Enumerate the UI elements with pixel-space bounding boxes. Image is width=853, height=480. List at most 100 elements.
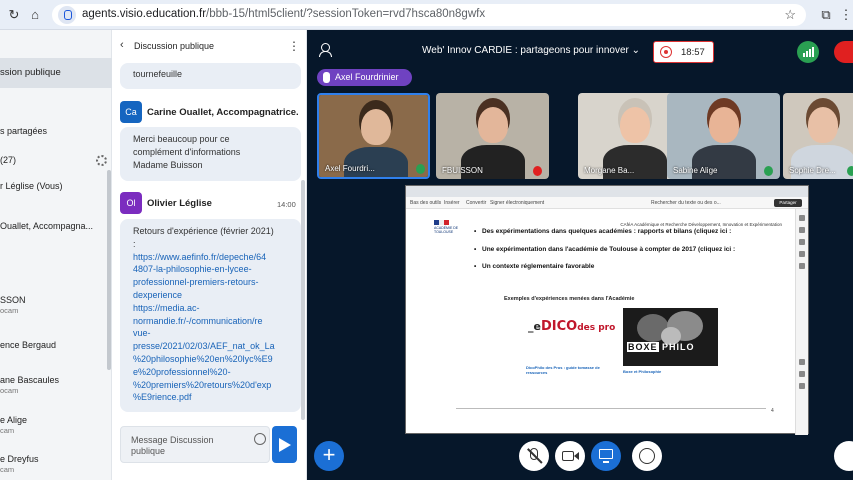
- bookmark-star-icon[interactable]: ☆: [784, 7, 796, 23]
- chat-link[interactable]: vue-: [133, 327, 288, 340]
- user-item[interactable]: r Léglise (Vous): [0, 181, 112, 191]
- user-item[interactable]: Ouallet, Accompagna...: [0, 221, 112, 231]
- chat-message-line: Retours d'expérience (février 2021): [133, 226, 274, 236]
- user-item[interactable]: ane Bascaules: [0, 375, 112, 385]
- participant-head: [360, 109, 391, 145]
- chat-link[interactable]: e%20professionnel%20-: [133, 366, 288, 379]
- pdf-toolbar-item: Insérer: [444, 200, 460, 206]
- participant-head: [477, 107, 508, 143]
- camera-button[interactable]: [555, 441, 585, 471]
- slide-header: CAféA Académique et Recherche Développem…: [620, 222, 782, 227]
- chat-link[interactable]: %20premiers%20retours%20d'exp: [133, 379, 288, 392]
- avatar: Ca: [120, 101, 142, 123]
- raise-hand-button[interactable]: [834, 441, 853, 471]
- chat-link[interactable]: dexperience: [133, 289, 288, 302]
- record-icon: [660, 46, 672, 58]
- send-button[interactable]: [272, 426, 297, 463]
- pdf-tabbar: [406, 186, 808, 197]
- reload-icon[interactable]: ↻: [6, 7, 22, 23]
- chat-message-bubble: Merci beaucoup pour ce complément d'info…: [120, 127, 301, 181]
- slide: ACADÉMIE DE TOULOUSE CAféA Académique et…: [426, 216, 788, 421]
- participant-name: Sophie Dre...: [789, 166, 836, 175]
- message-sender: Olivier Léglise: [147, 198, 212, 209]
- chat-link[interactable]: %20philosophie%20en%20lyc%E9: [133, 353, 288, 366]
- chat-link[interactable]: https://media.ac-: [133, 302, 288, 315]
- userlist-scrollbar[interactable]: [107, 170, 111, 370]
- microphone-icon: [533, 166, 542, 176]
- chat-message-line: :: [133, 238, 136, 249]
- message-time: 14:00: [277, 200, 296, 209]
- pdf-share-button: Partager: [774, 199, 802, 207]
- video-tile[interactable]: FBUISSON: [436, 93, 549, 179]
- site-info-icon[interactable]: [58, 6, 76, 24]
- chat-message-line: Merci beaucoup pour ce: [133, 134, 230, 144]
- reactions-button[interactable]: [632, 441, 662, 471]
- boxe-philo-image: BOXE PHILO: [623, 308, 718, 366]
- video-tile[interactable]: Sabine Alige: [667, 93, 780, 179]
- microphone-icon: [764, 166, 773, 176]
- chat-link[interactable]: 4807-la-philosophie-en-lycee-: [133, 263, 288, 276]
- user-item[interactable]: SSON: [0, 295, 112, 305]
- chat-link[interactable]: %E9rience.pdf: [133, 391, 288, 404]
- leave-button[interactable]: [834, 41, 853, 63]
- recording-button[interactable]: 18:57: [653, 41, 714, 63]
- browser-toolbar: ↻ ⌂ agents.visio.education.fr/bbb-15/htm…: [0, 0, 853, 30]
- meeting-title[interactable]: Web' Innov CARDIE : partageons pour inno…: [422, 45, 640, 56]
- slide-description: DicoPhilo des Pros : guide tomasse de re…: [526, 365, 600, 375]
- shared-notes-nav-item[interactable]: s partagées: [0, 126, 112, 136]
- user-item[interactable]: e Alige: [0, 415, 112, 425]
- slide-description: Boxe et Philosophie: [623, 369, 662, 374]
- chat-link[interactable]: https://www.aefinfo.fr/depeche/64: [133, 251, 288, 264]
- user-status: ocam: [0, 306, 19, 315]
- page-number: 4: [771, 408, 774, 414]
- pdf-toolbar: Bas des outils Insérer Convertir Signer …: [406, 197, 808, 209]
- slide-bullet: Une expérimentation dans l'académie de T…: [474, 246, 735, 254]
- home-icon[interactable]: ⌂: [27, 7, 43, 23]
- user-item[interactable]: e Dreyfus: [0, 454, 112, 464]
- slide-divider: [456, 408, 766, 409]
- camera-lens: [574, 452, 579, 460]
- chat-scrollbar[interactable]: [301, 180, 305, 420]
- meeting-area: Web' Innov CARDIE : partageons pour inno…: [307, 30, 853, 480]
- user-status: ocam: [0, 386, 19, 395]
- chat-link[interactable]: professionnel-premiers-retours-: [133, 276, 288, 289]
- gear-icon[interactable]: [96, 155, 107, 166]
- chat-title: Discussion publique: [134, 41, 215, 51]
- pdf-toolbar-item: Rechercher du texte ou des o...: [651, 200, 721, 206]
- back-chevron-icon[interactable]: ‹: [120, 39, 124, 51]
- user-panel: ssion publique s partagées (27) r Léglis…: [0, 30, 112, 480]
- participant-head: [808, 107, 838, 143]
- screen-stand: [603, 461, 609, 463]
- address-bar[interactable]: agents.visio.education.fr/bbb-15/html5cl…: [52, 4, 806, 26]
- chat-options-icon[interactable]: ⋮: [288, 39, 300, 53]
- user-list-toggle-icon[interactable]: [317, 43, 333, 57]
- talking-indicator: Axel Fourdrinier: [317, 69, 412, 86]
- participant-head: [619, 107, 650, 143]
- participant-name: Sabine Alige: [673, 166, 718, 175]
- chat-link[interactable]: presse/2021/02/03/AEF_nat_ok_La: [133, 340, 288, 353]
- public-chat-nav-item[interactable]: ssion publique: [0, 58, 112, 88]
- chat-message-line: Madame Buisson: [133, 159, 203, 170]
- connection-status-button[interactable]: [797, 41, 819, 63]
- video-tile[interactable]: Axel Fourdri...: [317, 93, 430, 179]
- emoji-icon[interactable]: [254, 433, 266, 445]
- chat-message-text: tournefeuille: [133, 69, 183, 79]
- user-item[interactable]: ence Bergaud: [0, 340, 112, 350]
- presentation-area[interactable]: Bas des outils Insérer Convertir Signer …: [405, 185, 809, 435]
- participant-torso: [343, 147, 408, 177]
- chat-header: ‹ Discussion publique ⋮: [112, 30, 307, 62]
- pdf-toolbar-item: Bas des outils: [410, 200, 442, 206]
- extensions-icon[interactable]: ⧉: [818, 7, 834, 23]
- video-tile[interactable]: Sophie Dre...: [783, 93, 853, 179]
- screen-share-button[interactable]: [591, 441, 621, 471]
- menu-icon[interactable]: ⋮: [838, 7, 853, 23]
- camera-icon: [562, 451, 574, 461]
- chat-link[interactable]: normandie.fr/-/communication/re: [133, 315, 288, 328]
- participant-name: FBUISSON: [442, 166, 483, 175]
- mute-microphone-button[interactable]: [519, 441, 549, 471]
- actions-plus-button[interactable]: +: [314, 441, 344, 471]
- chat-message-input[interactable]: Message Discussion publique: [120, 426, 270, 463]
- user-status: cam: [0, 465, 15, 474]
- smile-icon: [639, 448, 655, 464]
- slide-caption: Exemples d'expériences menées dans l'Aca…: [504, 296, 635, 302]
